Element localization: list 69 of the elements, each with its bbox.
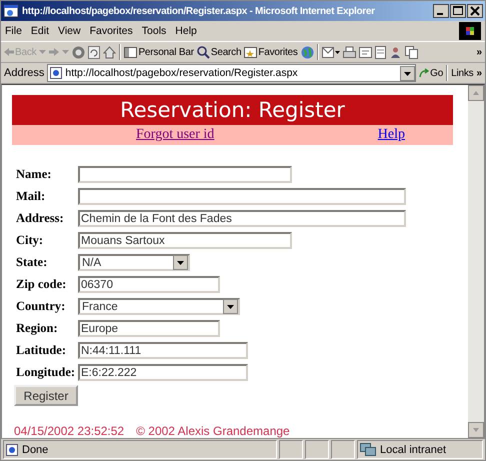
- minimize-button[interactable]: [433, 4, 449, 18]
- status-text: Done: [22, 444, 48, 456]
- left-arrow-icon: [4, 48, 14, 56]
- panel-icon: [124, 46, 138, 58]
- input-field[interactable]: Europe: [78, 320, 220, 337]
- dropdown-field[interactable]: N/A: [78, 254, 190, 271]
- zone-text: Local intranet: [380, 444, 446, 456]
- field-label: Name:: [16, 167, 52, 182]
- input-field[interactable]: Mouans Sartoux: [78, 232, 292, 249]
- go-arrow-icon: [419, 68, 430, 78]
- menu-item[interactable]: Edit: [30, 25, 50, 37]
- refresh-button[interactable]: [88, 46, 100, 58]
- menu-item[interactable]: Favorites: [90, 25, 133, 37]
- document-icon[interactable]: [374, 46, 386, 58]
- scroll-up-button[interactable]: [468, 85, 484, 101]
- address-label: Address: [4, 67, 44, 79]
- page-title: Reservation: Register: [120, 98, 345, 122]
- timestamp: 04/15/2002 23:52:52: [14, 424, 124, 438]
- input-field[interactable]: Chemin de la Font des Fades: [78, 210, 406, 227]
- home-button[interactable]: [103, 46, 116, 58]
- field-label: Longitude:: [16, 365, 76, 380]
- search-button[interactable]: Search: [196, 46, 242, 58]
- input-field[interactable]: N:44:11.111: [78, 342, 248, 359]
- people-icon[interactable]: [388, 46, 402, 58]
- page-icon: [6, 444, 18, 456]
- windows-logo-icon: [459, 22, 481, 40]
- more-button[interactable]: »: [476, 46, 482, 58]
- input-field[interactable]: [78, 188, 406, 205]
- menu-item[interactable]: File: [5, 25, 22, 37]
- browser-icon: [3, 3, 19, 19]
- network-icon: [360, 443, 376, 456]
- address-field[interactable]: http://localhost/pagebox/reservation/Register.aspx: [47, 64, 416, 82]
- menu-item[interactable]: Help: [175, 25, 197, 37]
- page-icon: [50, 67, 62, 79]
- field-label: Zip code:: [16, 277, 68, 292]
- mail-icon[interactable]: [322, 46, 340, 58]
- links-button[interactable]: Links: [451, 68, 474, 78]
- menu-item[interactable]: View: [58, 25, 81, 37]
- globe-icon[interactable]: [300, 46, 314, 58]
- more-button[interactable]: »: [476, 68, 482, 78]
- dropdown-field[interactable]: France: [78, 298, 240, 315]
- favorites-button[interactable]: Favorites: [244, 46, 298, 58]
- printer-icon[interactable]: [342, 46, 356, 58]
- search-icon: [196, 46, 210, 58]
- forgot-user-id-link[interactable]: Forgot user id: [136, 127, 214, 143]
- copyright-text: © 2002 Alexis Grandemange: [136, 424, 290, 438]
- go-button[interactable]: Go: [419, 68, 444, 78]
- input-field[interactable]: [78, 166, 292, 183]
- field-label: Mail:: [16, 189, 46, 204]
- pages-icon[interactable]: [404, 46, 418, 58]
- stop-button[interactable]: [72, 46, 86, 58]
- register-button[interactable]: Register: [14, 385, 78, 406]
- personal-bar-button[interactable]: Personal Bar: [124, 46, 194, 58]
- input-field[interactable]: 06370: [78, 276, 220, 293]
- field-label: Latitude:: [16, 343, 67, 358]
- field-label: Region:: [16, 321, 59, 336]
- edit-icon[interactable]: [358, 46, 372, 58]
- help-link[interactable]: Help: [378, 127, 405, 143]
- maximize-button[interactable]: [450, 4, 466, 18]
- scrollbar[interactable]: [468, 85, 484, 438]
- window-title: http://localhost/pagebox/reservation/Register.aspx - Microsoft Internet Explorer: [22, 6, 376, 16]
- scroll-down-button[interactable]: [468, 422, 484, 438]
- input-field[interactable]: E:6:22.222: [78, 364, 248, 381]
- field-label: State:: [16, 255, 48, 270]
- field-label: Country:: [16, 299, 66, 314]
- close-button[interactable]: [467, 4, 483, 18]
- menu-item[interactable]: Tools: [142, 25, 166, 37]
- field-label: City:: [16, 233, 44, 248]
- field-label: Address:: [16, 211, 65, 226]
